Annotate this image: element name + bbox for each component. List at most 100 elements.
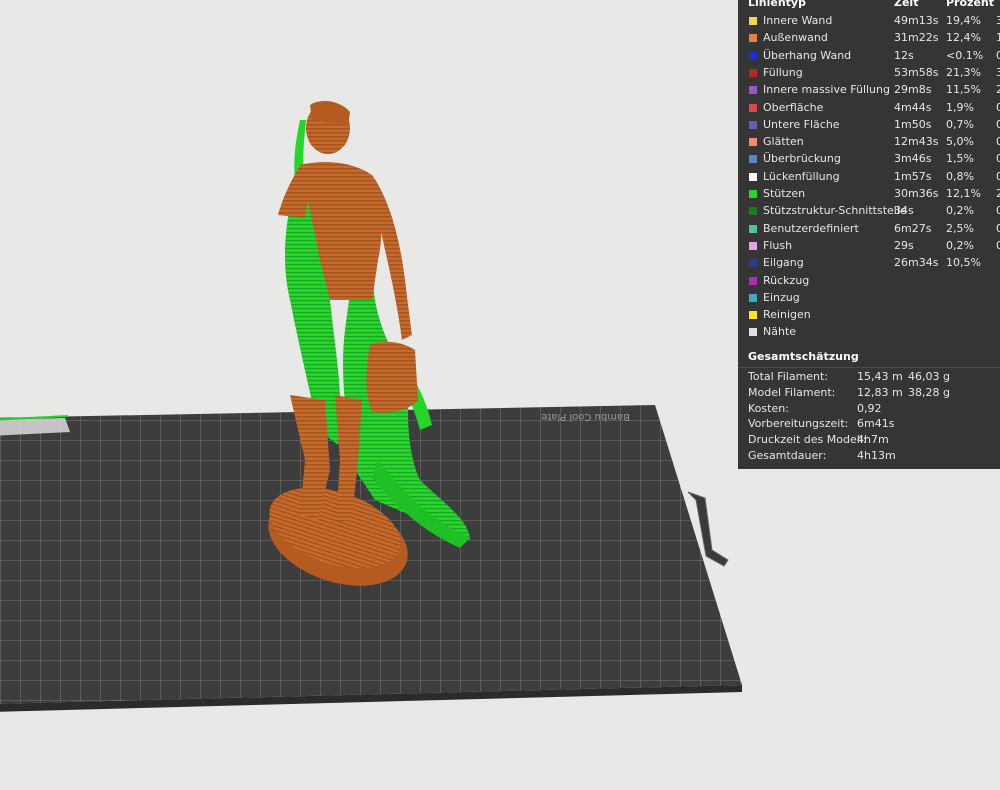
line-percent: 10,5% xyxy=(946,256,981,270)
color-swatch[interactable] xyxy=(749,51,757,60)
legend-row[interactable]: Untere Fläche 1m50s 0,7% 0 xyxy=(738,116,1000,133)
summary-title: Gesamtschätzung xyxy=(748,350,859,363)
color-swatch[interactable] xyxy=(749,103,757,112)
line-percent: 21,3% xyxy=(946,65,981,79)
legend-row[interactable]: Innere Wand 49m13s 19,4% 3 xyxy=(738,12,1000,29)
summary-value: 4h7m xyxy=(857,433,889,447)
line-extra: 3 xyxy=(996,65,1000,79)
line-type-label: Füllung xyxy=(763,65,803,79)
line-percent: 0,2% xyxy=(946,204,974,218)
legend-row[interactable]: Eilgang 26m34s 10,5% xyxy=(738,254,1000,271)
line-time: 4m44s xyxy=(894,100,932,114)
summary-value: 12,83 m xyxy=(857,385,903,399)
col-header-time: Zeit xyxy=(894,0,919,9)
line-percent: 19,4% xyxy=(946,14,981,27)
color-swatch[interactable] xyxy=(749,224,757,233)
line-type-label: Lückenfüllung xyxy=(763,169,840,183)
color-swatch[interactable] xyxy=(749,155,757,164)
legend-row[interactable]: Flush 29s 0,2% 0 xyxy=(738,237,1000,254)
legend-row[interactable]: Einzug xyxy=(738,289,1000,306)
line-type-label: Oberfläche xyxy=(763,100,824,114)
line-time: 29s xyxy=(894,238,914,252)
line-type-label: Außenwand xyxy=(763,31,828,45)
line-percent: <0.1% xyxy=(946,48,984,62)
line-time: 3m46s xyxy=(894,152,932,166)
legend-row[interactable]: Stützen 30m36s 12,1% 2 xyxy=(738,185,1000,202)
line-percent: 2,5% xyxy=(946,221,974,235)
line-type-label: Glätten xyxy=(763,135,804,149)
color-swatch[interactable] xyxy=(749,190,757,198)
summary-row: Druckzeit des Modell: 4h7m xyxy=(738,432,1000,448)
legend-row[interactable]: Reinigen xyxy=(738,306,1000,323)
legend-row[interactable]: Glätten 12m43s 5,0% 0 xyxy=(738,133,1000,150)
color-swatch[interactable] xyxy=(749,276,757,285)
line-type-label: Benutzerdefiniert xyxy=(763,221,859,235)
summary-divider xyxy=(738,367,1000,368)
line-time: 1m50s xyxy=(894,117,932,131)
legend-row[interactable]: Überbrückung 3m46s 1,5% 0 xyxy=(738,150,1000,167)
legend-row[interactable]: Rückzug xyxy=(738,272,1000,289)
line-percent: 0,8% xyxy=(946,169,974,183)
color-swatch[interactable] xyxy=(749,138,757,147)
summary-value-2: 46,03 g xyxy=(908,370,950,383)
legend-row[interactable]: Nähte xyxy=(738,323,1000,340)
line-time: 49m13s xyxy=(894,14,939,27)
legend-row[interactable]: Überhang Wand 12s <0.1% 0 xyxy=(738,47,1000,64)
legend-row[interactable]: Füllung 53m58s 21,3% 3 xyxy=(738,64,1000,81)
color-swatch[interactable] xyxy=(749,311,757,320)
color-swatch[interactable] xyxy=(749,34,757,43)
line-percent: 1,9% xyxy=(946,100,974,114)
line-extra: 2 xyxy=(996,187,1000,200)
line-percent: 12,1% xyxy=(946,187,981,200)
legend-row[interactable]: Außenwand 31m22s 12,4% 1 xyxy=(738,29,1000,46)
color-swatch[interactable] xyxy=(749,172,757,181)
summary-label: Total Filament: xyxy=(748,370,829,383)
summary-value: 6m41s xyxy=(857,417,895,431)
line-time: 53m58s xyxy=(894,65,939,79)
line-extra: 0 xyxy=(996,135,1000,149)
line-type-label: Einzug xyxy=(763,290,800,304)
line-percent: 5,0% xyxy=(946,135,974,149)
color-swatch[interactable] xyxy=(749,207,757,216)
summary-row: Gesamtdauer: 4h13m xyxy=(738,448,1000,464)
legend-row[interactable]: Stützstruktur-Schnittstelle 34s 0,2% 0 xyxy=(738,202,1000,219)
summary-value: 4h13m xyxy=(857,449,896,462)
color-swatch[interactable] xyxy=(749,68,757,77)
plate-label: Bambu Cool Plate xyxy=(541,411,630,422)
line-time: 12s xyxy=(894,48,914,62)
legend-row[interactable]: Oberfläche 4m44s 1,9% 0 xyxy=(738,99,1000,116)
color-swatch[interactable] xyxy=(749,259,757,268)
line-type-label: Innere Wand xyxy=(763,14,833,27)
line-extra: 2 xyxy=(996,83,1000,97)
summary-row: Vorbereitungszeit: 6m41s xyxy=(738,416,1000,432)
line-extra: 0 xyxy=(996,238,1000,252)
color-swatch[interactable] xyxy=(749,86,757,95)
line-type-label: Überhang Wand xyxy=(763,48,852,62)
line-type-label: Nähte xyxy=(763,325,797,339)
line-extra: 0 xyxy=(996,152,1000,166)
color-swatch[interactable] xyxy=(749,293,757,302)
line-percent: 12,4% xyxy=(946,31,981,45)
line-percent: 1,5% xyxy=(946,152,974,166)
summary-label: Gesamtdauer: xyxy=(748,449,827,462)
line-percent: 0,7% xyxy=(946,117,974,131)
legend-row[interactable]: Benutzerdefiniert 6m27s 2,5% 0 xyxy=(738,220,1000,237)
color-swatch[interactable] xyxy=(749,241,757,250)
col-header-percent: Prozent xyxy=(946,0,994,9)
line-time: 1m57s xyxy=(894,169,932,183)
line-type-label: Stützstruktur-Schnittstelle xyxy=(763,204,907,218)
line-percent: 11,5% xyxy=(946,83,981,97)
line-percent: 0,2% xyxy=(946,238,974,252)
color-swatch[interactable] xyxy=(749,17,757,25)
line-extra: 0 xyxy=(996,169,1000,183)
3d-model xyxy=(268,100,418,586)
summary-value: 15,43 m xyxy=(857,370,903,383)
line-extra: 0 xyxy=(996,117,1000,131)
summary-row: Total Filament: 15,43 m 46,03 g xyxy=(738,369,1000,385)
legend-row[interactable]: Innere massive Füllung 29m8s 11,5% 2 xyxy=(738,81,1000,98)
color-swatch[interactable] xyxy=(749,328,757,337)
color-swatch[interactable] xyxy=(749,120,757,129)
legend-row[interactable]: Lückenfüllung 1m57s 0,8% 0 xyxy=(738,168,1000,185)
line-time: 6m27s xyxy=(894,221,932,235)
line-type-label: Stützen xyxy=(763,187,806,200)
